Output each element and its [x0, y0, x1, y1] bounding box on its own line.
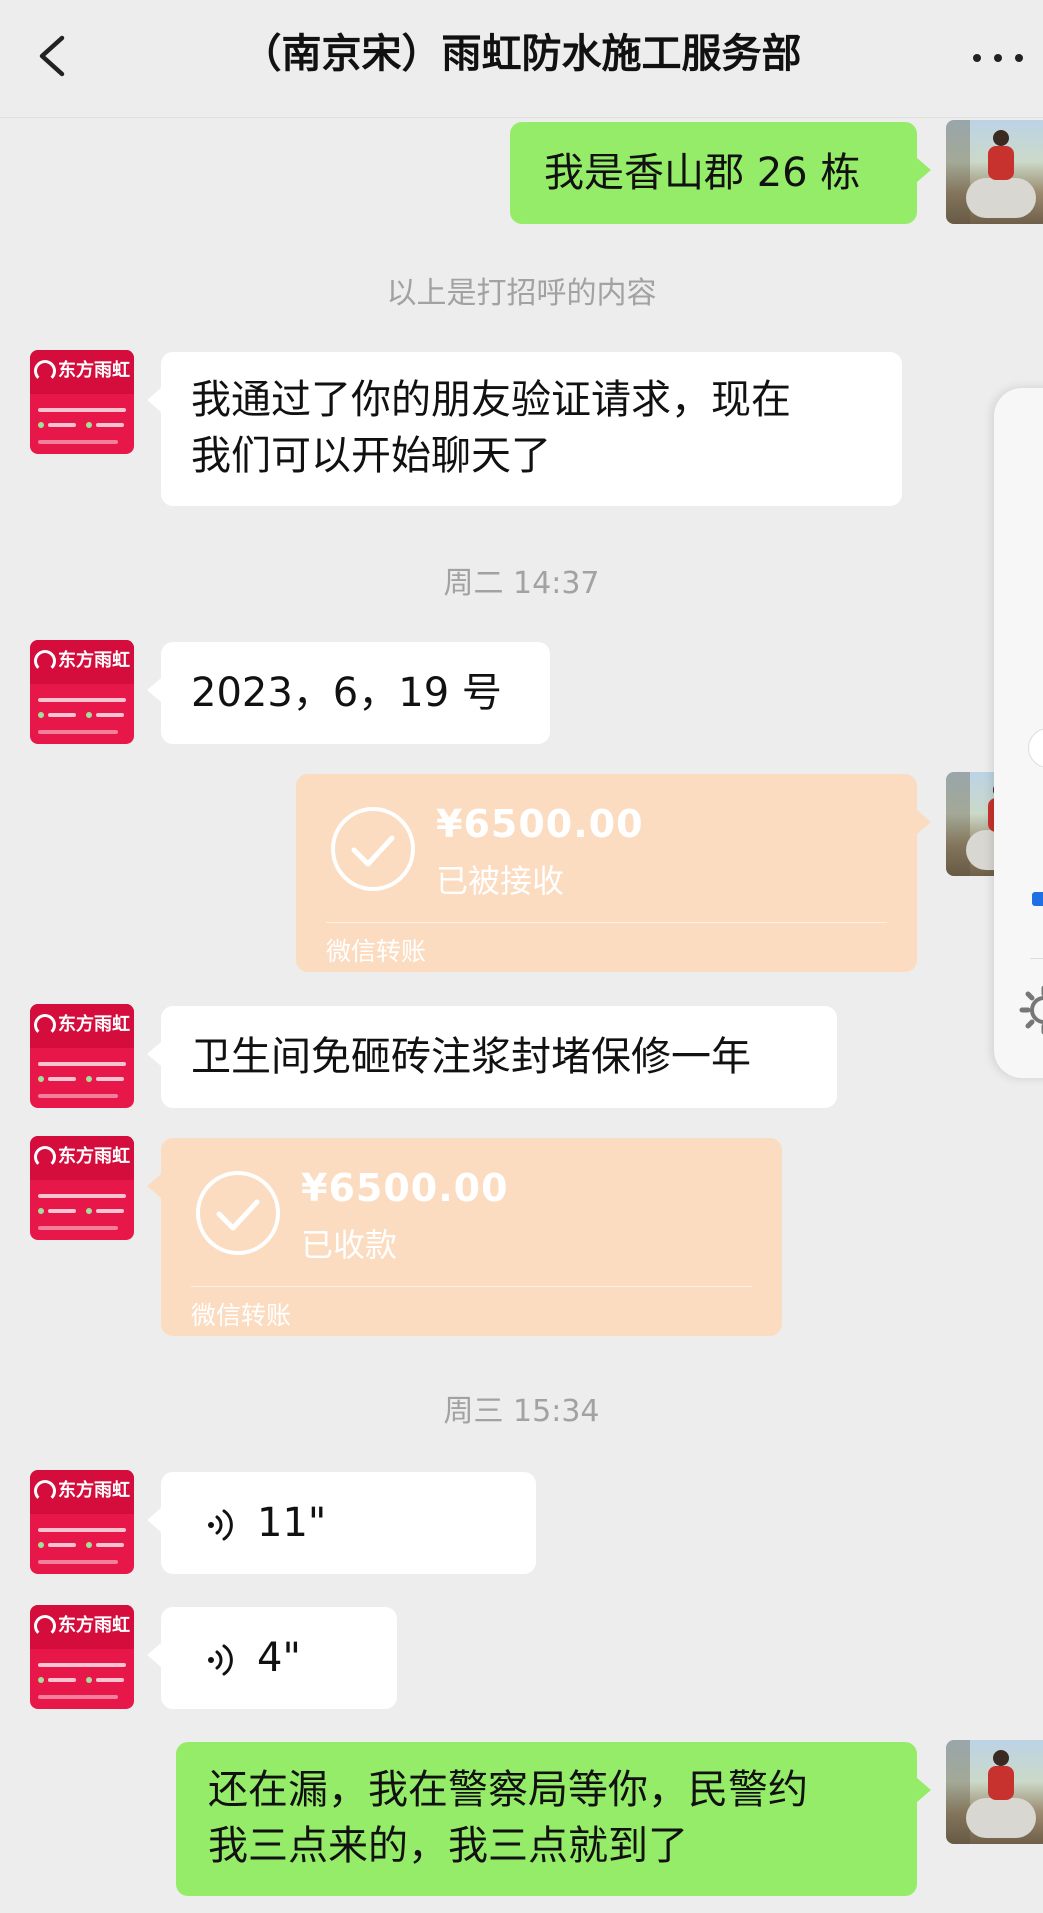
contact-avatar[interactable]: 东方雨虹	[30, 350, 134, 454]
voice-duration: 4"	[257, 1635, 301, 1681]
message-bubble-received[interactable]: 我通过了你的朋友验证请求，现在 我们可以开始聊天了	[147, 352, 902, 506]
transfer-amount: ¥6500.00	[301, 1166, 509, 1210]
voice-wave-icon	[208, 1509, 233, 1541]
message-bubble-received[interactable]: 2023，6，19 号	[147, 642, 550, 744]
contact-avatar[interactable]: 东方雨虹	[30, 640, 134, 744]
message-bubble-sent[interactable]: 还在漏，我在警察局等你，民警约 我三点来的，我三点就到了	[176, 1742, 931, 1896]
chat-title: （南京宋）雨虹防水施工服务部	[241, 31, 802, 77]
message-text-line: 还在漏，我在警察局等你，民警约	[208, 1767, 808, 1813]
message-text-line: 我通过了你的朋友验证请求，现在	[191, 377, 791, 423]
chevron-left-icon	[39, 35, 65, 77]
contact-avatar[interactable]: 东方雨虹	[30, 1136, 134, 1240]
avatar-brand-text: 东方雨虹	[58, 1014, 130, 1035]
avatar-brand-text: 东方雨虹	[58, 1480, 130, 1501]
transfer-source: 微信转账	[326, 937, 427, 966]
timestamp: 周三 15:34	[443, 1394, 600, 1429]
check-circle-icon	[331, 807, 415, 891]
avatar-brand-text: 东方雨虹	[58, 360, 130, 381]
panel-indicator	[1032, 892, 1043, 906]
voice-message[interactable]: 11"	[147, 1472, 536, 1574]
gear-icon[interactable]	[1014, 980, 1043, 1040]
transfer-status: 已被接收	[436, 862, 565, 900]
voice-wave-icon	[208, 1644, 233, 1676]
message-text-line: 我三点来的，我三点就到了	[208, 1823, 688, 1869]
message-text: 2023，6，19 号	[191, 670, 502, 716]
floating-side-panel[interactable]	[994, 388, 1043, 1078]
more-dots-icon	[973, 54, 981, 62]
panel-toggle[interactable]	[1028, 728, 1043, 768]
transfer-source: 微信转账	[191, 1301, 292, 1330]
avatar-brand-text: 东方雨虹	[58, 650, 130, 671]
voice-duration: 11"	[257, 1500, 327, 1546]
contact-avatar[interactable]: 东方雨虹	[30, 1004, 134, 1108]
message-bubble-received[interactable]: 卫生间免砸砖注浆封堵保修一年	[147, 1006, 837, 1108]
message-bubble-sent[interactable]: 我是香山郡 26 栋	[510, 122, 931, 224]
contact-avatar[interactable]: 东方雨虹	[30, 1605, 134, 1709]
system-note: 以上是打招呼的内容	[386, 276, 657, 311]
my-avatar[interactable]	[946, 120, 1043, 224]
transfer-card-received[interactable]: ¥6500.00 已收款 微信转账	[147, 1138, 782, 1336]
voice-message[interactable]: 4"	[147, 1607, 397, 1709]
more-button[interactable]	[963, 36, 1033, 76]
message-text: 卫生间免砸砖注浆封堵保修一年	[191, 1034, 751, 1080]
check-circle-icon	[196, 1171, 280, 1255]
contact-avatar[interactable]: 东方雨虹	[30, 1470, 134, 1574]
message-text-line: 我们可以开始聊天了	[191, 433, 551, 479]
back-button[interactable]	[30, 28, 78, 84]
transfer-card-sent[interactable]: ¥6500.00 已被接收 微信转账	[296, 774, 931, 972]
avatar-brand-text: 东方雨虹	[58, 1615, 130, 1636]
avatar-brand-text: 东方雨虹	[58, 1146, 130, 1167]
transfer-amount: ¥6500.00	[436, 802, 644, 846]
my-avatar[interactable]	[946, 1740, 1043, 1844]
transfer-status: 已收款	[301, 1226, 398, 1264]
chat-header: （南京宋）雨虹防水施工服务部	[0, 0, 1043, 118]
message-text: 我是香山郡 26 栋	[544, 150, 861, 196]
timestamp: 周二 14:37	[443, 566, 600, 601]
